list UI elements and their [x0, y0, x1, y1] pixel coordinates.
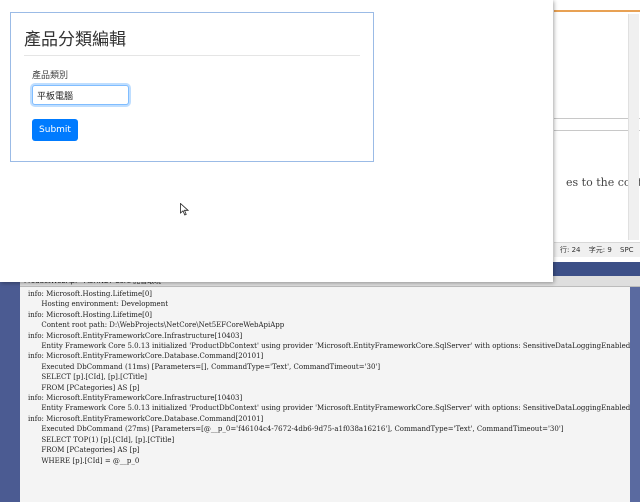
editor-scrollbar[interactable] [628, 14, 639, 240]
console-line: SELECT TOP(1) [p].[CId], [p].[CTitle] [28, 435, 175, 444]
editor-tab-strip [554, 0, 640, 12]
mouse-pointer-icon [180, 203, 189, 216]
editor-status-bar: 行: 24 字元: 9 SPC [554, 242, 640, 257]
page-title: 產品分類編輯 [24, 30, 126, 50]
console-line: info: Microsoft.Hosting.Lifetime[0] [28, 310, 153, 319]
console-line: info: Microsoft.EntityFrameworkCore.Infr… [28, 331, 243, 340]
category-field-label: 產品類別 [32, 71, 69, 81]
console-output: info: Microsoft.Hosting.Lifetime[0] Host… [20, 287, 640, 502]
title-divider [24, 55, 360, 56]
console-line: info: Microsoft.Hosting.Lifetime[0] [28, 290, 153, 298]
console-side-bar [0, 262, 20, 502]
console-line: Content root path: D:\WebProjects\NetCor… [28, 321, 285, 330]
console-line: SELECT [p].[CId], [p].[CTitle] [28, 373, 148, 382]
status-line: 行: 24 [560, 246, 581, 254]
status-col: 字元: 9 [588, 246, 612, 254]
submit-button[interactable]: Submit [32, 119, 78, 141]
edit-form-card: 產品分類編輯 產品類別 Submit [10, 12, 374, 162]
console-line: Executed DbCommand (27ms) [Parameters=[@… [28, 425, 564, 434]
status-mode: SPC [620, 246, 634, 254]
console-line: info: Microsoft.EntityFrameworkCore.Infr… [28, 394, 243, 403]
console-line: Entity Framework Core 5.0.13 initialized… [28, 404, 631, 413]
browser-window: 產品分類編輯 產品類別 Submit [0, 0, 553, 282]
console-line: WHERE [p].[CId] = @__p_0 [28, 456, 140, 465]
console-line: Executed DbCommand (11ms) [Parameters=[]… [28, 362, 381, 371]
console-log-lines: info: Microsoft.Hosting.Lifetime[0] Host… [20, 287, 640, 466]
console-line: info: Microsoft.EntityFrameworkCore.Data… [28, 352, 264, 361]
console-line: Hosting environment: Development [28, 300, 169, 309]
category-name-input[interactable] [32, 85, 129, 105]
console-scrollbar[interactable] [630, 287, 640, 502]
console-line: FROM [PCategories] AS [p] [28, 383, 140, 392]
console-line: FROM [PCategories] AS [p] [28, 446, 140, 455]
console-line: Entity Framework Core 5.0.13 initialized… [28, 342, 631, 351]
console-line: info: Microsoft.EntityFrameworkCore.Data… [28, 414, 264, 423]
